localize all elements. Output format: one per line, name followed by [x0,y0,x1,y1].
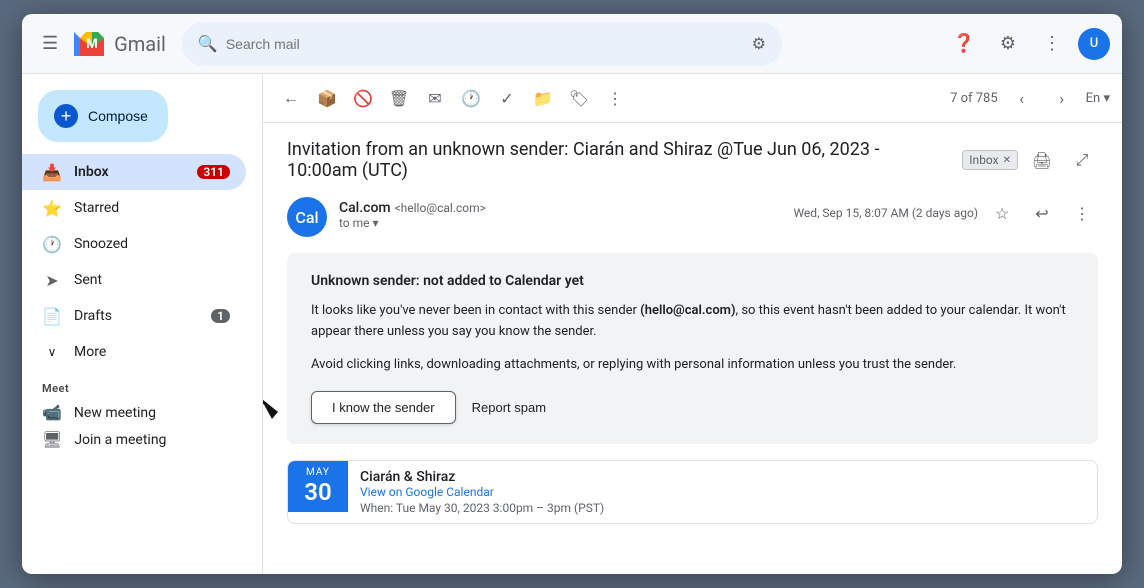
email-area: ← 📦 🚫 🗑 ✉ 🕐 ✓ 📁 🏷 ⋮ 7 of 785 ‹ › En ▾ [262,74,1122,574]
mark-done-button[interactable]: ✓ [491,82,523,114]
sender-avatar: Cal [287,197,327,237]
sidebar-item-label: Drafts [74,308,199,324]
sidebar-item-label: Sent [74,272,230,288]
sidebar-item-label: Inbox [74,164,185,180]
join-meeting-button[interactable]: 🖥 Join a meeting [42,426,242,453]
drafts-badge: 1 [211,309,230,323]
view-calendar-link[interactable]: View on Google Calendar [360,485,604,499]
delete-button[interactable]: 🗑 [383,82,415,114]
search-input[interactable] [226,36,744,52]
top-bar: ☰ M Gmail 🔍 ⚙ ❓ ⚙ ⋮ U [22,14,1122,74]
drafts-icon: 📄 [42,307,62,326]
email-header: Cal Cal.com <hello@cal.com> to me ▾ Wed,… [287,197,1098,237]
warning-container: Unknown sender: not added to Calendar ye… [287,253,1098,444]
open-in-new-button[interactable]: ⤢ [1066,144,1098,176]
chevron-down-icon: ∨ [42,345,62,359]
know-sender-button[interactable]: I know the sender [311,391,456,424]
cal-info: Ciarán & Shiraz View on Google Calendar … [348,461,616,523]
back-button[interactable]: ← [275,82,307,114]
email-toolbar: ← 📦 🚫 🗑 ✉ 🕐 ✓ 📁 🏷 ⋮ 7 of 785 ‹ › En ▾ [263,74,1122,123]
calendar-card: May 30 Ciarán & Shiraz View on Google Ca… [287,460,1098,524]
snoozed-icon: 🕐 [42,235,62,254]
report-spam-button[interactable]: Report spam [472,400,546,415]
report-spam-toolbar-button[interactable]: 🚫 [347,82,379,114]
mark-unread-button[interactable]: ✉ [419,82,451,114]
prev-email-button[interactable]: ‹ [1006,82,1038,114]
archive-button[interactable]: 📦 [311,82,343,114]
sidebar-item-label: Snoozed [74,236,230,252]
sidebar-item-sent[interactable]: ➤ Sent [22,262,246,298]
star-button[interactable]: ☆ [986,197,1018,229]
hamburger-icon[interactable]: ☰ [34,25,66,62]
email-counter: 7 of 785 [950,91,998,106]
top-bar-right: ❓ ⚙ ⋮ U [946,26,1110,62]
reply-button[interactable]: ↩ [1026,197,1058,229]
sidebar-item-drafts[interactable]: 📄 Drafts 1 [22,298,246,334]
video-icon: 📹 [42,403,62,422]
sidebar: + Compose 📥 Inbox 311 ⭐ Starred 🕐 Snooze… [22,74,262,574]
sender-name: Cal.com [339,200,391,216]
compose-plus-icon: + [54,104,78,128]
star-icon: ⭐ [42,199,62,218]
to-me[interactable]: to me ▾ [339,216,781,230]
email-subject-row: Invitation from an unknown sender: Ciará… [287,139,1098,181]
inbox-icon: 📥 [42,163,62,182]
apps-button[interactable]: ⋮ [1034,26,1070,62]
sidebar-item-starred[interactable]: ⭐ Starred [22,190,246,226]
sender-email: <hello@cal.com> [395,201,486,215]
snooze-button[interactable]: 🕐 [455,82,487,114]
more-label: More [74,344,230,360]
cal-month: May [306,467,330,478]
move-to-button[interactable]: 📁 [527,82,559,114]
warning-title: Unknown sender: not added to Calendar ye… [311,273,1074,289]
sidebar-item-more[interactable]: ∨ More [22,334,246,370]
new-meeting-button[interactable]: 📹 New meeting [42,399,242,426]
help-button[interactable]: ❓ [946,26,982,62]
sent-icon: ➤ [42,271,62,290]
search-icon: 🔍 [198,34,218,53]
more-toolbar-button[interactable]: ⋮ [599,82,631,114]
more-email-button[interactable]: ⋮ [1066,197,1098,229]
gmail-logo: M Gmail [74,26,166,62]
meet-section: Meet 📹 New meeting 🖥 Join a meeting [22,370,262,457]
inbox-label-badge: Inbox ✕ [962,150,1018,170]
warning-box: Unknown sender: not added to Calendar ye… [287,253,1098,444]
compose-button[interactable]: + Compose [38,90,168,142]
main-content: + Compose 📥 Inbox 311 ⭐ Starred 🕐 Snooze… [22,74,1122,574]
compose-label: Compose [88,108,148,124]
app-title: Gmail [114,32,166,56]
settings-button[interactable]: ⚙ [990,26,1026,62]
label-button[interactable]: 🏷 [563,82,595,114]
cal-time: When: Tue May 30, 2023 3:00pm – 3pm (PST… [360,501,604,515]
sidebar-item-label: Starred [74,200,230,216]
toolbar-right: 7 of 785 ‹ › En ▾ [950,82,1110,114]
search-bar[interactable]: 🔍 ⚙ [182,22,782,66]
email-content: Invitation from an unknown sender: Ciará… [263,123,1122,574]
warning-body1: It looks like you've never been in conta… [311,301,1074,343]
email-meta-right: Wed, Sep 15, 8:07 AM (2 days ago) ☆ ↩ ⋮ [793,197,1098,229]
sidebar-item-inbox[interactable]: 📥 Inbox 311 [22,154,246,190]
next-email-button[interactable]: › [1046,82,1078,114]
remove-label-button[interactable]: ✕ [1003,155,1011,166]
monitor-icon: 🖥 [42,430,62,449]
email-date: Wed, Sep 15, 8:07 AM (2 days ago) [793,206,978,220]
cal-date-badge: May 30 [288,461,348,512]
inbox-badge: 311 [197,165,230,179]
warning-actions: I know the sender Report spam [311,391,1074,424]
join-meeting-label: Join a meeting [74,432,166,448]
print-button[interactable]: 🖨 [1026,144,1058,176]
meet-label: Meet [42,382,242,395]
new-meeting-label: New meeting [74,405,156,421]
sender-info: Cal.com <hello@cal.com> to me ▾ [339,197,781,230]
sidebar-item-snoozed[interactable]: 🕐 Snoozed [22,226,246,262]
language-selector[interactable]: En ▾ [1086,91,1110,106]
search-filter-icon[interactable]: ⚙ [752,34,766,53]
warning-body2: Avoid clicking links, downloading attach… [311,355,1074,376]
user-avatar[interactable]: U [1078,28,1110,60]
svg-text:M: M [86,35,98,51]
cal-day: 30 [304,478,331,506]
cal-title: Ciarán & Shiraz [360,469,604,485]
email-subject: Invitation from an unknown sender: Ciará… [287,139,954,181]
